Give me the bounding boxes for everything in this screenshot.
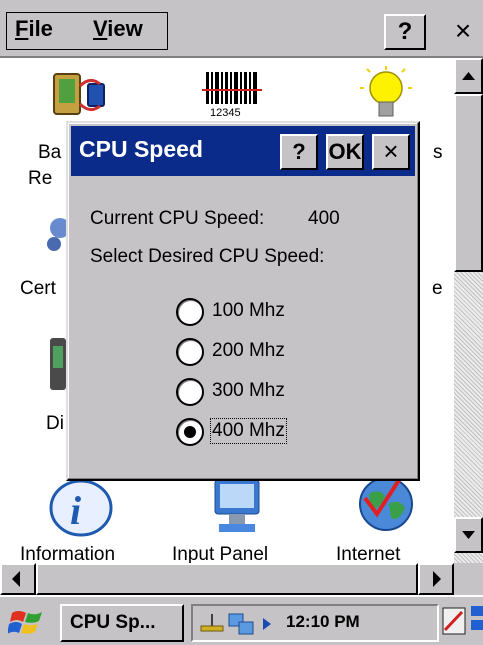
display-label: Di [46,413,64,434]
dialog-ok-button[interactable]: OK [326,134,364,170]
input-panel-icon[interactable] [205,478,265,540]
dialog-help-button[interactable]: ? [280,134,318,170]
radio-label-400[interactable]: 400 Mhz [210,418,287,444]
dialog-close-button[interactable]: × [372,134,410,170]
tray-arrow-icon[interactable] [260,616,276,632]
system-tray: 12:10 PM [191,604,439,642]
close-button[interactable]: × [443,14,483,50]
select-speed-prompt: Select Desired CPU Speed: [90,246,325,267]
current-speed-value: 400 [308,208,340,229]
barcode-text: 12345 [210,107,241,119]
barcode-icon[interactable]: 12345 [200,68,264,124]
vertical-scroll-thumb[interactable] [454,94,483,272]
connection-icon[interactable] [227,610,257,638]
information-label: Information [20,544,116,563]
task-cpu-speed-button[interactable]: CPU Sp... [60,604,184,642]
menu-frame: File View [6,12,168,50]
clock[interactable]: 12:10 PM [286,612,360,632]
arrow-down-icon [462,531,475,539]
radio-300[interactable] [176,378,204,406]
network-icon[interactable] [199,612,225,636]
internet-icon[interactable] [355,474,417,534]
radio-selected-dot [184,426,196,438]
horizontal-scroll-thumb[interactable] [36,563,418,595]
radio-200[interactable] [176,338,204,366]
vertical-scrollbar[interactable] [454,58,483,563]
radio-label-100[interactable]: 100 Mhz [212,300,285,322]
dialog-title-bar[interactable]: CPU Speed ? OK × [71,126,415,176]
menu-bar: File View ? × [0,0,483,58]
lightbulb-label: s [433,142,443,163]
battery-label-line2: Re [28,168,53,189]
certificates-label: Cert [20,278,56,299]
battery-label: Ba [38,142,62,163]
scroll-up-button[interactable] [454,58,483,94]
start-windows-flag-icon[interactable] [8,605,48,639]
view-menu[interactable]: View [93,16,143,42]
scroll-left-button[interactable] [0,563,36,595]
radio-label-300[interactable]: 300 Mhz [212,380,285,402]
file-menu[interactable]: File [15,16,53,42]
arrow-up-icon [462,72,475,80]
unknown-label-right: e [432,278,443,299]
lightbulb-icon[interactable] [358,66,414,124]
arrow-left-icon [12,571,20,587]
radio-400[interactable] [176,418,204,446]
arrow-right-icon [433,571,441,587]
internet-label: Internet [336,544,401,563]
scroll-right-button[interactable] [418,563,454,595]
horizontal-scrollbar[interactable] [0,563,454,595]
taskbar: CPU Sp... 12:10 PM [0,595,483,645]
svg-text:i: i [70,488,81,533]
scrollbar-corner [454,563,483,595]
battery-icon[interactable] [50,70,114,122]
cpu-speed-dialog: CPU Speed ? OK × Current CPU Speed: 400 … [66,121,420,481]
scroll-down-button[interactable] [454,517,483,553]
help-button[interactable]: ? [384,14,426,50]
current-speed-label: Current CPU Speed: [90,208,265,229]
desktop-switch-icon[interactable] [470,602,483,638]
radio-100[interactable] [176,298,204,326]
dialog-title: CPU Speed [79,136,203,162]
information-icon[interactable]: i [48,478,114,538]
radio-label-200[interactable]: 200 Mhz [212,340,285,362]
input-panel-label: Input Panel [172,544,269,563]
